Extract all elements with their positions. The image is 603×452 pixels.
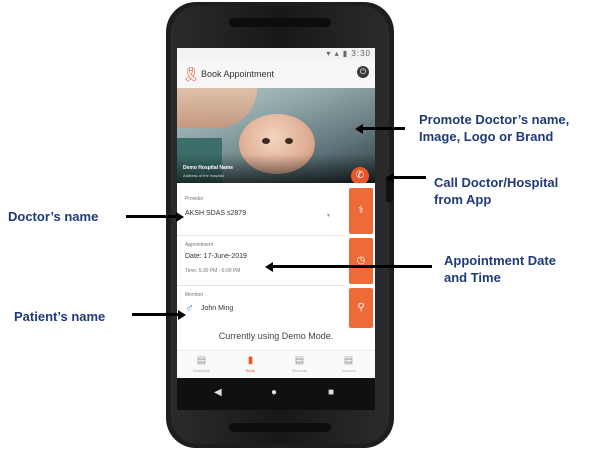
home-icon[interactable]: ●	[271, 387, 277, 398]
annotation-line: Appointment Date	[444, 253, 556, 268]
app-logo-icon: 🎗	[182, 66, 200, 82]
banner-hand	[177, 88, 257, 128]
annotation-patient: Patient’s name	[14, 309, 106, 324]
status-bar: ▾ ▴ ▮ 3:30	[177, 48, 375, 60]
bottom-navigation: ▤ Hospitals ▮ Book ▤ Records ▤ Account	[177, 350, 375, 379]
nav-account[interactable]: ▤ Account	[324, 355, 373, 373]
status-icons: ▾ ▴ ▮ 3:30	[326, 49, 371, 58]
appointment-time[interactable]: Time: 5:30 PM - 6:00 PM	[185, 268, 240, 274]
arrow-line	[361, 127, 405, 130]
phone-screen: ▾ ▴ ▮ 3:30 🎗 Book Appointment ⏻ Demo Hos…	[177, 48, 375, 410]
app-bar: 🎗 Book Appointment ⏻	[177, 60, 375, 88]
bottom-speaker	[229, 423, 331, 432]
recent-apps-icon[interactable]: ■	[328, 387, 334, 398]
appointment-card[interactable]: Appointment Date: 17-June-2019 Time: 5:3…	[177, 236, 345, 284]
back-icon[interactable]: ◀	[214, 387, 222, 398]
nav-label: Book	[245, 368, 256, 373]
nav-label: Hospitals	[193, 368, 210, 373]
arrow-head	[386, 173, 394, 183]
provider-action-button[interactable]: ⚕	[349, 188, 373, 234]
arrow-head	[176, 212, 184, 222]
nav-records[interactable]: ▤ Records	[275, 355, 324, 373]
hospital-address: Address of the hospital	[183, 173, 224, 178]
hospital-icon: ▤	[196, 355, 207, 366]
arrow-line	[126, 215, 176, 218]
arrow-line	[392, 176, 426, 179]
member-card[interactable]: Member ♂ John Ming	[177, 286, 345, 328]
person-icon: ⚲	[357, 302, 365, 313]
appointment-date[interactable]: Date: 17-June-2019	[185, 253, 247, 260]
male-gender-icon: ♂	[185, 301, 194, 315]
annotation-line: and Time	[444, 270, 501, 285]
annotation-line: from App	[434, 192, 492, 207]
system-navigation-bar: ◀ ● ■	[177, 378, 375, 410]
provider-value[interactable]: AKSH SDAS s2879	[185, 210, 246, 217]
annotation-line: Image, Logo or Brand	[419, 129, 554, 144]
page-title: Book Appointment	[201, 69, 275, 79]
chevron-down-icon[interactable]: ▾	[327, 212, 330, 219]
appointment-label: Appointment	[185, 242, 214, 248]
member-label: Member	[185, 292, 204, 298]
demo-mode-text: Currently using Demo Mode.	[218, 331, 334, 341]
banner-baby-eye	[285, 138, 293, 144]
annotation-doctor: Doctor’s name	[8, 209, 99, 224]
annotation-line: Call Doctor/Hospital	[434, 175, 559, 190]
nav-label: Records	[292, 368, 307, 373]
arrow-head	[265, 262, 273, 272]
arrow-head	[178, 310, 186, 320]
call-button[interactable]: ✆	[351, 167, 369, 183]
arrow-line	[132, 313, 178, 316]
nav-hospitals[interactable]: ▤ Hospitals	[177, 355, 226, 373]
provider-card[interactable]: Provider AKSH SDAS s2879 ▾	[177, 185, 345, 235]
banner-baby-eye	[262, 138, 270, 144]
annotation-call: Call Doctor/Hospital from App	[434, 174, 558, 208]
annotation-appointment: Appointment Date and Time	[444, 252, 556, 286]
top-speaker	[229, 18, 331, 27]
doctor-icon: ⚕	[358, 205, 364, 216]
appointment-action-button[interactable]: ◷	[349, 238, 373, 284]
nav-book[interactable]: ▮ Book	[226, 355, 275, 373]
member-action-button[interactable]: ⚲	[349, 288, 373, 328]
book-icon: ▮	[247, 355, 254, 366]
account-icon: ▤	[343, 355, 354, 366]
annotation-promote: Promote Doctor’s name, Image, Logo or Br…	[419, 111, 569, 145]
hospital-name: Demo Hospital Name	[183, 165, 234, 171]
arrow-head	[355, 124, 363, 134]
provider-label: Provider	[185, 196, 204, 202]
records-icon: ▤	[294, 355, 305, 366]
arrow-line	[271, 265, 432, 268]
member-name[interactable]: John Ming	[201, 305, 233, 312]
nav-label: Account	[341, 368, 356, 373]
annotation-line: Promote Doctor’s name,	[419, 112, 570, 127]
logout-icon[interactable]: ⏻	[357, 66, 369, 78]
doctor-banner-image: Demo Hospital Name Address of the hospit…	[177, 88, 375, 183]
